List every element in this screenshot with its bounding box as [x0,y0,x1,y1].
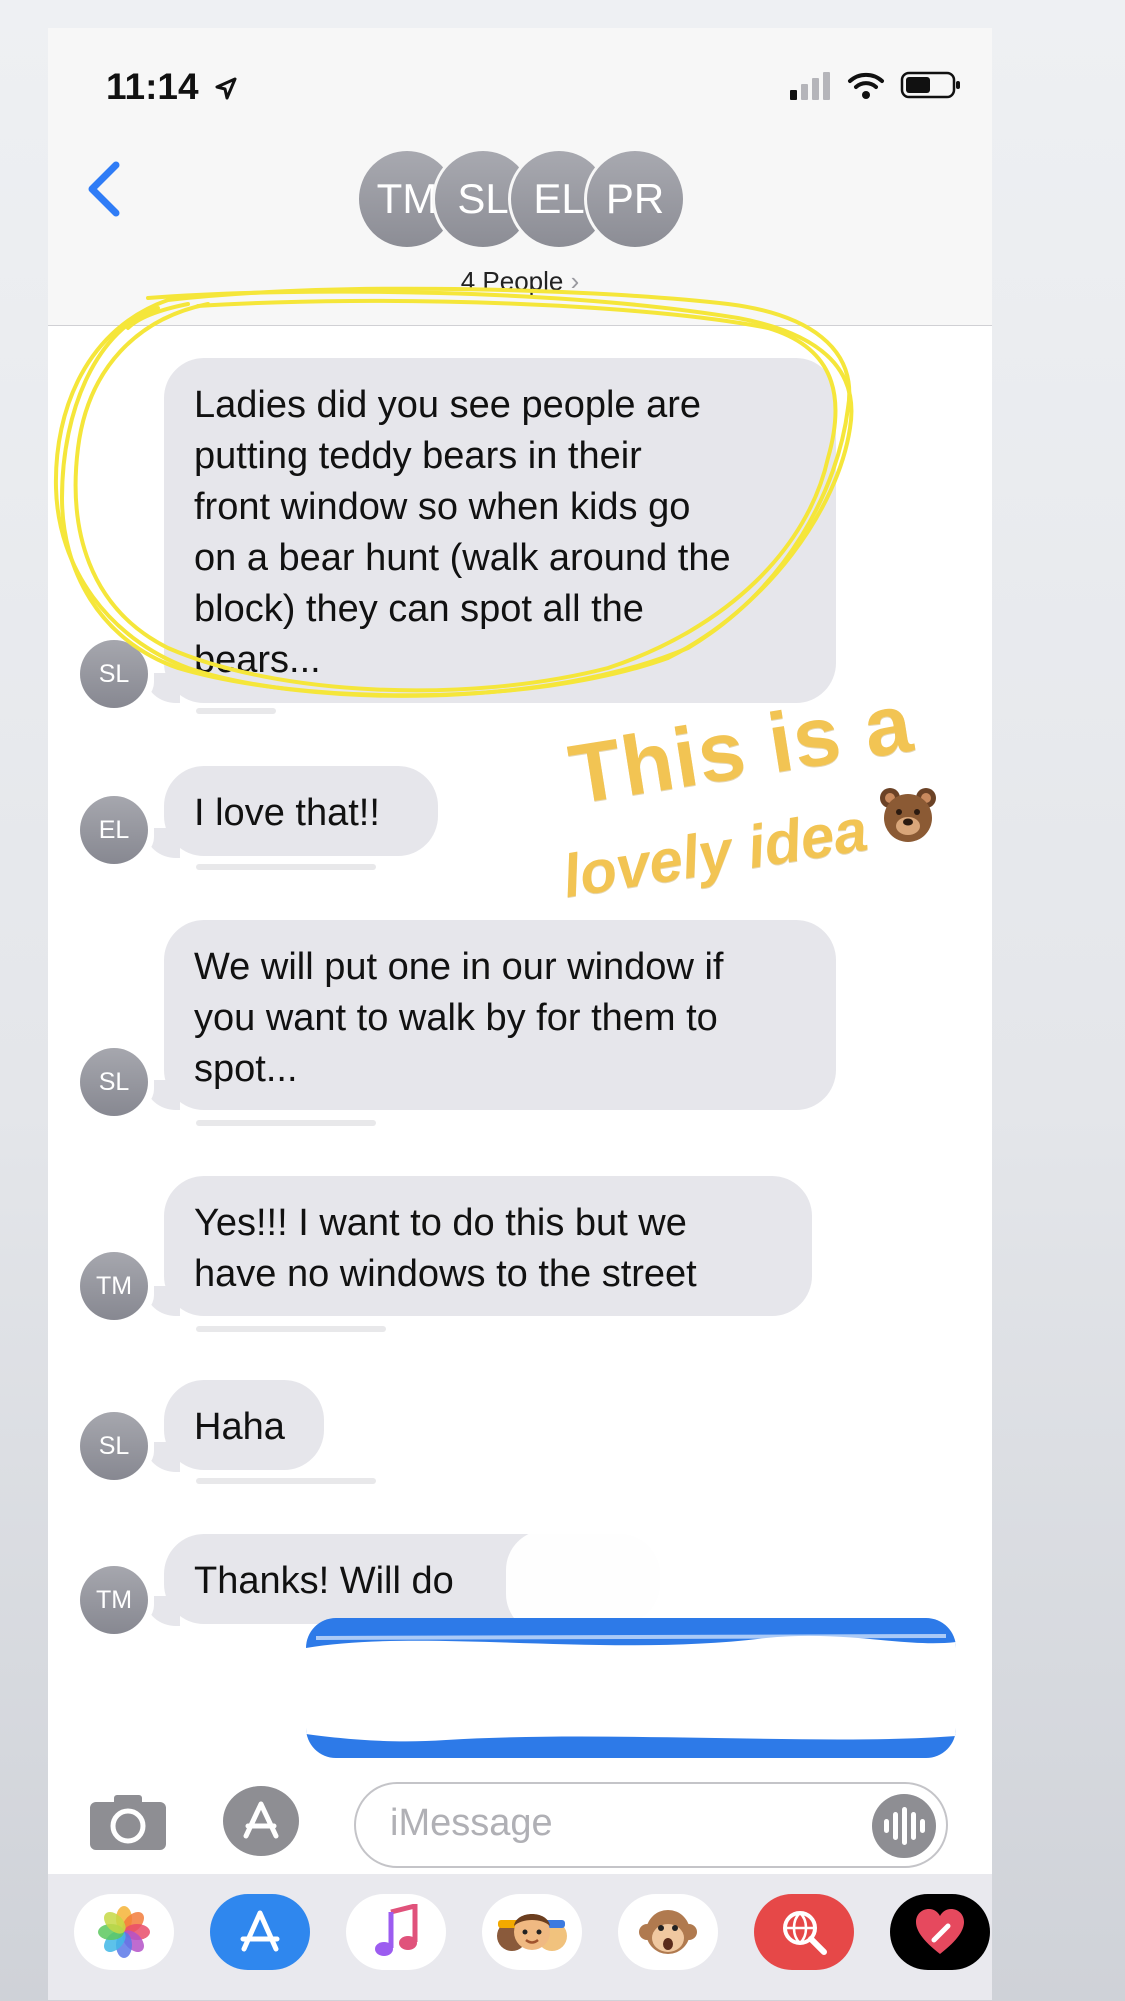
people-count-label: 4 People [460,266,564,296]
message-line: spot... [194,1048,298,1090]
bear-face-icon [880,788,936,842]
chevron-right-icon: › [570,266,580,296]
message-row: Ladies did you see people are putting te… [48,328,992,728]
message-bubble[interactable]: Yes!!! I want to do this but we have no … [164,1176,812,1316]
photos-icon [98,1906,150,1958]
sender-name-redacted [196,864,376,870]
web-search-app-button[interactable] [754,1894,854,1970]
sender-name-redacted [196,708,276,714]
music-app-button[interactable] [346,1894,446,1970]
participant-avatar: PR [584,148,686,250]
waveform-icon [910,1812,916,1840]
message-line: block) they can spot all the [194,588,644,630]
waveform-icon [901,1807,907,1845]
photos-app-button[interactable] [74,1894,174,1970]
monkey-face-icon [639,1910,697,1954]
camera-icon [90,1795,166,1850]
redacted-outgoing-bubble[interactable] [306,1618,956,1758]
message-line: Yes!!! I want to do this but we [194,1202,687,1244]
status-time-text: 11:14 [106,66,199,107]
sender-avatar[interactable]: SL [80,1412,148,1480]
sender-avatar[interactable]: TM [80,1252,148,1320]
waveform-icon [883,1819,889,1833]
waveform-icon [892,1812,898,1840]
message-line: putting teddy bears in their [194,435,642,477]
message-row: Yes!!! I want to do this but we have no … [48,1146,992,1321]
message-line: front window so when kids go [194,486,691,528]
group-avatar-stack[interactable]: TM SL EL PR [356,148,696,258]
memoji-app-button[interactable] [482,1894,582,1970]
sender-avatar[interactable]: SL [80,640,148,708]
people-count-button[interactable]: 4 People › [48,266,992,297]
status-time: 11:14 [106,66,239,108]
message-bubble[interactable]: Haha [164,1380,324,1470]
message-bubble[interactable]: I love that!! [164,766,438,856]
cellular-signal-icon [790,72,830,100]
wifi-icon [848,72,884,99]
status-icons [788,70,962,100]
message-line: have no windows to the street [194,1253,697,1295]
compose-bar: iMessage [48,1764,992,1874]
heart-icon [916,1909,964,1954]
camera-button[interactable] [88,1792,168,1852]
app-store-icon [240,1910,280,1952]
web-search-icon [783,1911,827,1955]
app-store-icon [243,1801,279,1839]
message-line: on a bear hunt (walk around the [194,537,731,579]
messages-screen: 11:14 TM SL EL PR 4 People › Ladies did … [48,28,992,2000]
message-bubble[interactable]: We will put one in our window if you wan… [164,920,836,1110]
animoji-app-button[interactable] [618,1894,718,1970]
imessage-input[interactable]: iMessage [354,1782,948,1868]
memoji-icon [497,1914,567,1951]
waveform-icon [919,1819,925,1833]
digital-touch-app-button[interactable] [890,1894,990,1970]
message-line: bears... [194,639,321,681]
sender-avatar[interactable]: SL [80,1048,148,1116]
app-store-button[interactable] [223,1786,299,1856]
sender-name-redacted [196,1478,376,1484]
sender-name-redacted [196,1326,386,1332]
location-arrow-icon [215,77,237,100]
conversation-header: 11:14 TM SL EL PR 4 People › [48,28,992,326]
message-line: you want to walk by for them to [194,997,718,1039]
redaction-scribble [306,1634,956,1742]
message-line: Haha [194,1406,285,1448]
imessage-app-drawer [48,1874,992,2000]
music-note-icon [375,1904,418,1956]
battery-icon [900,71,960,99]
message-line: Ladies did you see people are [194,384,702,426]
back-chevron-icon[interactable] [84,158,124,234]
sender-avatar[interactable]: EL [80,796,148,864]
audio-message-button[interactable] [872,1794,936,1858]
sender-name-redacted [196,1120,376,1126]
message-row: We will put one in our window if you wan… [48,890,992,1120]
imessage-placeholder: iMessage [390,1802,553,1844]
message-row: Haha SL [48,1350,992,1485]
message-bubble[interactable]: Ladies did you see people are putting te… [164,358,836,703]
message-line: I love that!! [194,792,380,834]
sender-avatar[interactable]: TM [80,1566,148,1634]
message-line: We will put one in our window if [194,946,724,988]
app-store-app-button[interactable] [210,1894,310,1970]
